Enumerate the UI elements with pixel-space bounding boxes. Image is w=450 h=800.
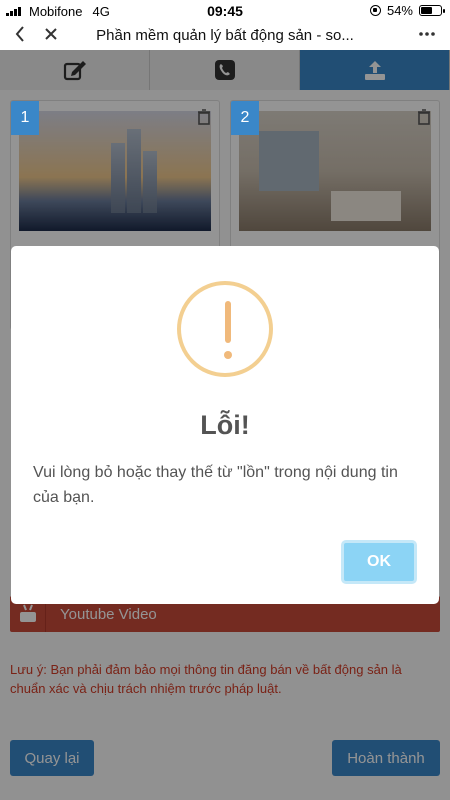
error-dialog: Lỗi! Vui lòng bỏ hoặc thay thế từ "lồn" …	[11, 246, 439, 604]
page-title: Phần mềm quản lý bất động sản - so...	[96, 27, 354, 44]
browser-toolbar: Phần mềm quản lý bất động sản - so...	[0, 22, 450, 50]
status-bar: Mobifone 4G 09:45 54%	[0, 0, 450, 22]
rotation-lock-icon	[369, 5, 381, 16]
dialog-message: Vui lòng bỏ hoặc thay thế từ "lồn" trong…	[33, 464, 398, 506]
trash-icon[interactable]	[197, 109, 211, 130]
ok-button[interactable]: OK	[341, 540, 417, 584]
trash-icon[interactable]	[417, 109, 431, 130]
image-number: 2	[231, 101, 259, 135]
more-icon[interactable]	[418, 24, 436, 49]
battery-percent: 54%	[386, 3, 413, 18]
warning-icon	[177, 281, 273, 377]
image-number: 1	[11, 101, 39, 135]
battery-icon	[419, 5, 445, 16]
dialog-title: Lỗi!	[200, 410, 250, 440]
status-right: 54%	[369, 3, 445, 18]
